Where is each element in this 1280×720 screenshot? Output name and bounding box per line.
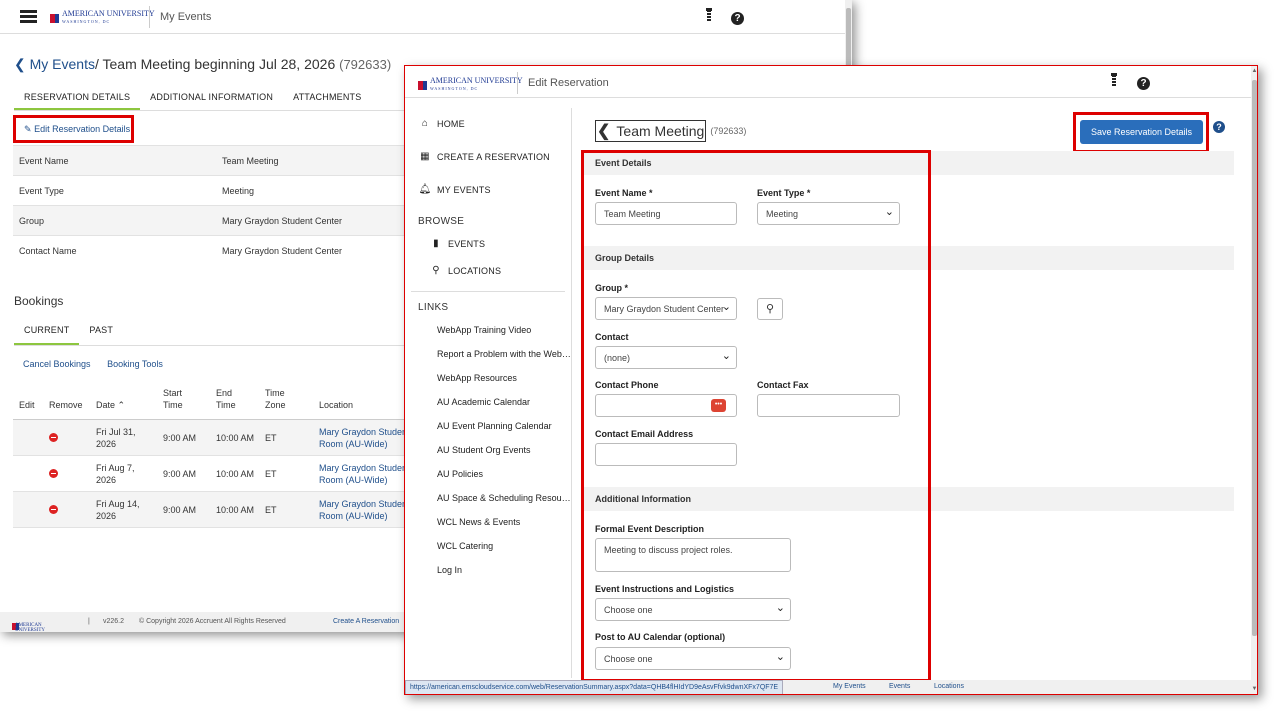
- page-title: ❮ Team Meeting (792633): [595, 120, 746, 142]
- link-report-problem[interactable]: Report a Problem with the WebApp: [437, 349, 571, 359]
- map-pin-icon: ⚲: [432, 265, 440, 276]
- link-au-event-planning-calendar[interactable]: AU Event Planning Calendar: [437, 421, 571, 431]
- link-au-space-scheduling[interactable]: AU Space & Scheduling Resources: [437, 493, 571, 503]
- reservation-number: (792633): [339, 57, 392, 72]
- lighthouse-icon[interactable]: [704, 8, 714, 24]
- form-highlight-frame: [581, 150, 931, 682]
- save-button-highlight: Save Reservation Details: [1073, 112, 1209, 153]
- reservation-tabs: RESERVATION DETAILS ADDITIONAL INFORMATI…: [14, 86, 371, 111]
- booking-location-link[interactable]: Mary Graydon Studen Room (AU-Wide): [319, 498, 407, 522]
- lighthouse-icon[interactable]: [1109, 73, 1119, 89]
- sidebar-item-events[interactable]: ▮ EVENTS: [429, 238, 485, 249]
- chevron-left-icon: ❮: [597, 123, 611, 140]
- bell-icon: 🔔︎: [418, 184, 432, 195]
- bookings-heading: Bookings: [14, 294, 64, 308]
- reservation-number: (792633): [710, 126, 747, 136]
- status-link-events[interactable]: Events: [889, 683, 910, 690]
- scrollbar[interactable]: ▲ ▼: [1251, 66, 1257, 694]
- version-text: v226.2: [103, 618, 125, 625]
- back-link[interactable]: ❮ Team Meeting: [595, 120, 707, 142]
- remove-booking-icon[interactable]: [49, 505, 58, 514]
- app-title: My Events: [160, 11, 212, 23]
- booking-links: Cancel Bookings Booking Tools: [23, 359, 177, 369]
- status-link-locations[interactable]: Locations: [934, 683, 964, 690]
- sidebar: ⌂ HOME ▦ CREATE A RESERVATION 🔔︎ MY EVENTS …: [405, 108, 572, 678]
- footer-create-reservation-link[interactable]: Create A Reservation: [333, 618, 399, 625]
- link-au-student-org-events[interactable]: AU Student Org Events: [437, 445, 571, 455]
- edit-reservation-window: AMERICAN UNIVERSITY WASHINGTON, DC Edit R…: [404, 65, 1258, 695]
- link-log-in[interactable]: Log In: [437, 565, 571, 575]
- back-to-my-events-link[interactable]: ❮ My Events: [14, 56, 95, 72]
- sort-date-header[interactable]: Date ⌃: [96, 399, 125, 411]
- link-webapp-training-video[interactable]: WebApp Training Video: [437, 325, 571, 335]
- au-logo[interactable]: AMERICAN UNIVERSITY WASHINGTON, DC: [418, 77, 523, 93]
- top-bar: AMERICAN UNIVERSITY WASHINGTON, DC Edit R…: [405, 66, 1251, 98]
- booking-tools-link[interactable]: Booking Tools: [107, 359, 163, 369]
- link-au-academic-calendar[interactable]: AU Academic Calendar: [437, 397, 571, 407]
- remove-booking-icon[interactable]: [49, 433, 58, 442]
- scroll-down-icon[interactable]: ▼: [1251, 686, 1257, 692]
- help-icon[interactable]: ?: [1213, 121, 1225, 133]
- sidebar-item-my-events[interactable]: 🔔︎ MY EVENTS: [418, 184, 491, 195]
- breadcrumb: ❮ My Events/ Team Meeting beginning Jul …: [14, 56, 392, 72]
- booking-location-link[interactable]: Mary Graydon Studen Room (AU-Wide): [319, 462, 407, 486]
- tab-past[interactable]: PAST: [79, 320, 123, 346]
- help-icon[interactable]: ?: [1137, 73, 1150, 90]
- bookmark-icon: ▮: [433, 238, 439, 249]
- sidebar-item-create-reservation[interactable]: ▦ CREATE A RESERVATION: [418, 151, 550, 162]
- edit-reservation-details-link[interactable]: ✎ Edit Reservation Details: [13, 115, 134, 143]
- sidebar-item-home[interactable]: ⌂ HOME: [418, 118, 465, 129]
- tab-reservation-details[interactable]: RESERVATION DETAILS: [14, 86, 141, 111]
- top-bar: AMERICAN UNIVERSITY WASHINGTON, DC My Eve…: [0, 0, 845, 34]
- sidebar-item-locations[interactable]: ⚲ LOCATIONS: [429, 265, 501, 276]
- link-au-policies[interactable]: AU Policies: [437, 469, 571, 479]
- app-title: Edit Reservation: [528, 77, 609, 89]
- au-logo[interactable]: AMERICAN UNIVERSITY WASHINGTON, DC: [50, 10, 155, 26]
- link-webapp-resources[interactable]: WebApp Resources: [437, 373, 571, 383]
- remove-booking-icon[interactable]: [49, 469, 58, 478]
- tab-current[interactable]: CURRENT: [14, 320, 80, 346]
- save-reservation-details-button[interactable]: Save Reservation Details: [1080, 120, 1203, 144]
- chevron-left-icon: ❮: [14, 56, 26, 72]
- link-wcl-news-events[interactable]: WCL News & Events: [437, 517, 571, 527]
- home-icon: ⌂: [421, 118, 429, 129]
- cancel-bookings-link[interactable]: Cancel Bookings: [23, 359, 91, 369]
- browse-heading: BROWSE: [418, 216, 465, 227]
- help-icon[interactable]: ?: [731, 8, 744, 25]
- calendar-icon: ▦: [420, 151, 430, 162]
- page-title: Team Meeting beginning Jul 28, 2026: [102, 56, 336, 72]
- booking-tabs: CURRENT PAST: [14, 320, 123, 346]
- status-url: https://american.emscloudservice.com/web…: [405, 680, 784, 694]
- status-bar: https://american.emscloudservice.com/web…: [405, 680, 1251, 694]
- pencil-icon: ✎: [24, 124, 32, 134]
- tab-attachments[interactable]: ATTACHMENTS: [283, 86, 371, 111]
- booking-location-link[interactable]: Mary Graydon Studen Room (AU-Wide): [319, 426, 407, 450]
- link-wcl-catering[interactable]: WCL Catering: [437, 541, 571, 551]
- links-heading: LINKS: [418, 302, 449, 313]
- status-link-my-events[interactable]: My Events: [833, 683, 866, 690]
- menu-icon[interactable]: [20, 10, 37, 23]
- copyright-text: © Copyright 2026 Accruent All Rights Res…: [139, 618, 286, 625]
- tab-additional-information[interactable]: ADDITIONAL INFORMATION: [140, 86, 283, 111]
- scroll-up-icon[interactable]: ▲: [1251, 68, 1257, 74]
